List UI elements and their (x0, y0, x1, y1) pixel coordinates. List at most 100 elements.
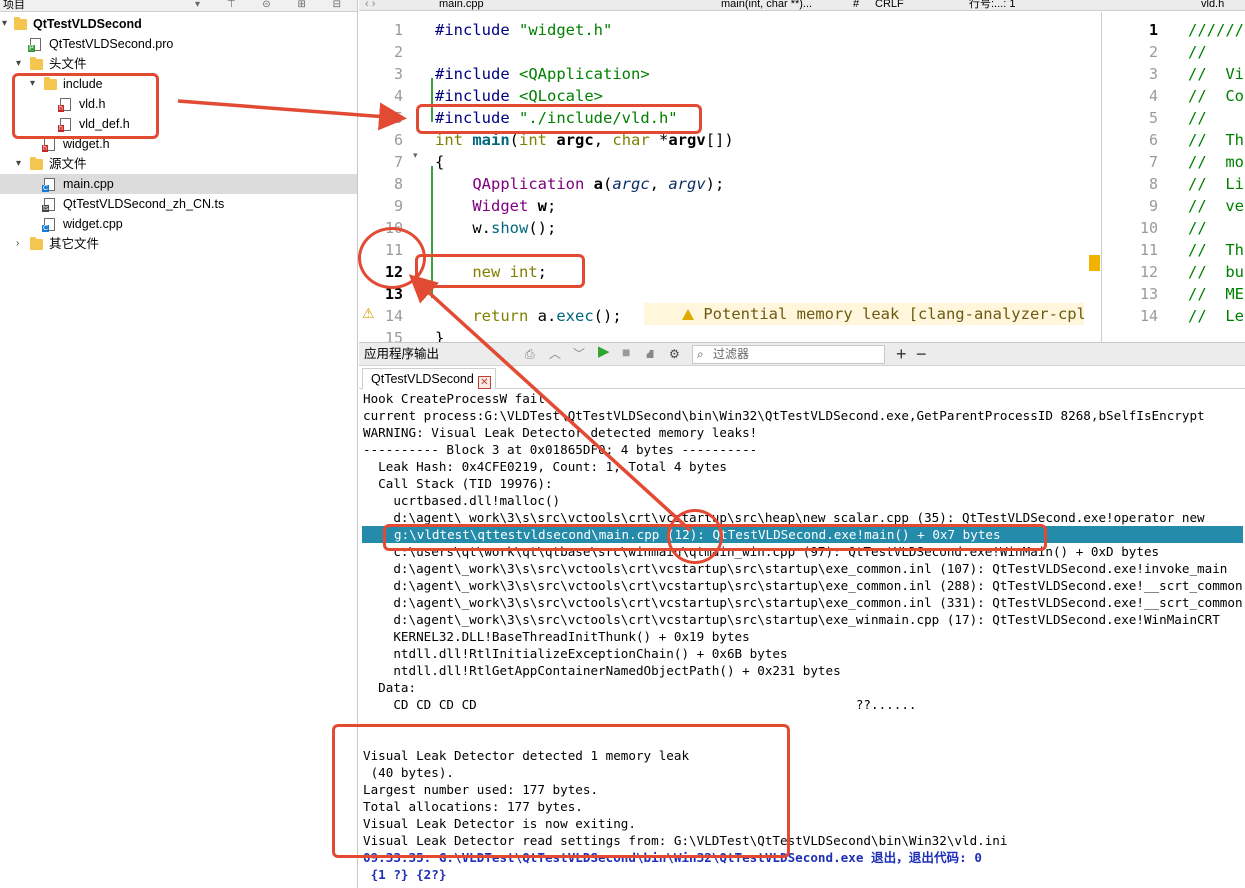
tree-item[interactable]: ▾ QtTestVLDSecond (0, 14, 357, 34)
attach-icon[interactable]: ⛘ (646, 347, 654, 361)
tree-item[interactable]: ▾ 源文件 (0, 154, 357, 174)
code-line[interactable]: // (1188, 217, 1207, 239)
nav-arrows-icon[interactable]: ‹ › (365, 0, 375, 10)
tree-item[interactable]: › 其它文件 (0, 234, 357, 254)
code-line[interactable]: #include <QApplication> (435, 63, 650, 85)
run-icon[interactable]: ▶ (598, 344, 610, 359)
tree-item[interactable]: h vld.h (0, 94, 357, 114)
function-combo[interactable]: main(int, char **)... (721, 0, 812, 10)
tree-item[interactable]: h widget.h (0, 134, 357, 154)
tree-item[interactable]: ts QtTestVLDSecond_zh_CN.ts (0, 194, 357, 214)
clang-warning-annotation[interactable]: Potential memory leak [clang-analyzer-cp… (644, 303, 1084, 325)
file-tab-vld-h[interactable]: vld.h (1201, 0, 1224, 10)
output-line[interactable]: Data: (363, 679, 416, 696)
close-icon[interactable]: ✕ (477, 376, 491, 389)
code-line[interactable]: // version (1188, 195, 1245, 217)
output-tab-app[interactable]: QtTestVLDSecond ✕ (362, 368, 496, 389)
output-line[interactable]: d:\agent\_work\3\s\src\vctools\crt\vcsta… (363, 560, 1227, 577)
code-line[interactable]: // License (1188, 173, 1245, 195)
output-line[interactable]: ucrtbased.dll!malloc() (363, 492, 560, 509)
output-line[interactable]: KERNEL32.DLL!BaseThreadInitThunk() + 0x1… (363, 628, 749, 645)
remove-icon[interactable]: − (916, 343, 927, 365)
output-line[interactable]: d:\agent\_work\3\s\src\vctools\crt\vcsta… (363, 611, 1219, 628)
code-line[interactable]: } (435, 327, 444, 342)
next-icon[interactable]: ﹀ (573, 347, 585, 361)
tree-item[interactable]: P QtTestVLDSecond.pro (0, 34, 357, 54)
tree-item[interactable]: ▾ include (0, 74, 357, 94)
expand-arrow-icon[interactable]: ▾ (30, 74, 40, 94)
tree-item[interactable]: ▾ 头文件 (0, 54, 357, 74)
expand-arrow-icon[interactable]: › (16, 234, 26, 254)
line-info-label[interactable]: 行号:...: 1 (969, 0, 1015, 10)
code-line[interactable]: int main(int argc, char *argv[]) (435, 129, 734, 151)
expand-arrow-icon[interactable]: ▾ (2, 14, 12, 34)
folder-icon (30, 237, 43, 250)
code-line[interactable]: // This library (1188, 129, 1245, 151)
output-line[interactable]: d:\agent\_work\3\s\src\vctools\crt\vcsta… (363, 577, 1242, 594)
code-line[interactable]: #include "./include/vld.h" (435, 107, 678, 129)
output-line-highlighted[interactable]: g:\vldtest\qttestvldsecond\main.cpp (12)… (362, 526, 1243, 543)
code-line[interactable]: // modify (1188, 151, 1245, 173)
code-line[interactable]: w.show(); (435, 217, 556, 239)
fold-arrow-icon[interactable]: ▾ (413, 150, 418, 161)
tree-item[interactable]: h vld_def.h (0, 114, 357, 134)
output-line[interactable]: Total allocations: 177 bytes. (363, 798, 583, 815)
code-line[interactable]: Widget w; (435, 195, 556, 217)
output-line[interactable]: ---------- Block 3 at 0x01865DF0: 4 byte… (363, 441, 757, 458)
code-editor-vld-h[interactable]: 1 //////// 2 // 3 // Visual Leak Detector 4 // … (1101, 12, 1245, 342)
application-output-text[interactable]: Hook CreateProcessW fail current process:… (359, 389, 1245, 888)
code-line[interactable]: // but (1188, 261, 1245, 283)
code-line[interactable]: // Lesser (1188, 305, 1245, 327)
tree-item-label: vld.h (79, 97, 106, 111)
output-line[interactable]: (40 bytes). (363, 764, 454, 781)
file-tab-main-cpp[interactable]: main.cpp (439, 0, 484, 10)
code-line[interactable]: // (1188, 107, 1207, 129)
code-line[interactable]: // (1188, 41, 1207, 63)
code-editor-main[interactable]: 1 #include "widget.h" 2 3 #include <QApplica… (359, 12, 1100, 342)
tree-header-icons[interactable]: ▾ ⊤ ⊝ ⊞ ⊟ (195, 0, 353, 10)
clear-output-icon[interactable]: ⎙ (525, 347, 535, 361)
scrollbar-warning-marker[interactable] (1089, 255, 1100, 271)
output-line[interactable]: 09:33:35: G:\VLDTest\QtTestVLDSecond\bin… (363, 849, 982, 866)
output-line[interactable]: Visual Leak Detector read settings from:… (363, 832, 1007, 849)
tree-item[interactable]: Cwidget.cpp (0, 214, 357, 234)
stop-icon[interactable]: ■ (622, 345, 630, 359)
code-line[interactable]: return a.exec(); (435, 305, 621, 327)
code-line[interactable]: #include "widget.h" (435, 19, 612, 41)
output-filter-input[interactable]: ⌕ 过滤器 (692, 345, 885, 364)
output-line[interactable]: Visual Leak Detector is now exiting. (363, 815, 636, 832)
expand-arrow-icon[interactable]: ▾ (16, 154, 26, 174)
output-line[interactable]: WARNING: Visual Leak Detector detected m… (363, 424, 757, 441)
output-line[interactable]: Hook CreateProcessW fail (363, 390, 545, 407)
code-line[interactable]: QApplication a(argc, argv); (435, 173, 724, 195)
output-line[interactable]: Leak Hash: 0x4CFE0219, Count: 1, Total 4… (363, 458, 727, 475)
output-line[interactable]: ntdll.dll!RtlGetAppContainerNamedObjectP… (363, 662, 840, 679)
output-line[interactable]: d:\agent\_work\3\s\src\vctools\crt\vcsta… (363, 509, 1204, 526)
line-number: 8 (393, 175, 403, 193)
tree-item[interactable]: Cmain.cpp (0, 174, 357, 194)
code-line[interactable]: // Visual Leak Detector (1188, 63, 1245, 85)
code-line[interactable]: #include <QLocale> (435, 85, 603, 107)
add-icon[interactable]: + (896, 343, 907, 365)
warning-gutter-icon[interactable]: ⚠ (362, 305, 375, 322)
output-line[interactable]: current process:G:\VLDTest\QtTestVLDSeco… (363, 407, 1205, 424)
code-line[interactable]: // MERCHANTABILITY (1188, 283, 1245, 305)
gear-icon[interactable]: ⚙ (669, 347, 680, 361)
output-line[interactable]: c:\users\qt\work\qt\qtbase\src\winmain\q… (363, 543, 1159, 560)
output-line[interactable]: d:\agent\_work\3\s\src\vctools\crt\vcsta… (363, 594, 1242, 611)
code-line[interactable]: { (435, 151, 444, 173)
output-line[interactable]: Call Stack (TID 19976): (363, 475, 552, 492)
line-ending-label[interactable]: CRLF (875, 0, 904, 10)
output-line[interactable]: CD CD CD CD ??...... (363, 696, 916, 713)
output-line[interactable]: Visual Leak Detector detected 1 memory l… (363, 747, 689, 764)
prev-icon[interactable]: ︿ (549, 347, 561, 361)
code-line[interactable]: //////// (1188, 19, 1245, 41)
code-token: ( (603, 175, 613, 193)
code-line[interactable]: // This library (1188, 239, 1245, 261)
output-line[interactable]: Largest number used: 177 bytes. (363, 781, 598, 798)
output-line[interactable]: ntdll.dll!RtlInitializeExceptionChain() … (363, 645, 787, 662)
expand-arrow-icon[interactable]: ▾ (16, 54, 26, 74)
code-line[interactable]: new int; (435, 261, 547, 283)
code-line[interactable]: // Copyright (1188, 85, 1245, 107)
output-line[interactable]: {1 ?} {2?} (363, 866, 447, 883)
